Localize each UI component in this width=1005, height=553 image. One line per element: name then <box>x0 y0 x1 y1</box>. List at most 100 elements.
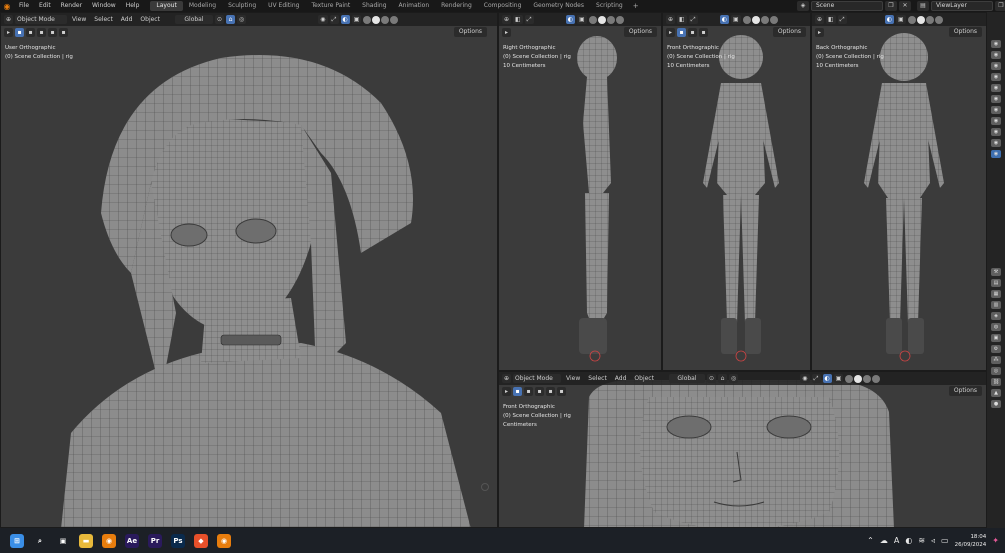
select-mode-new-icon[interactable]: ▪ <box>513 386 522 396</box>
gizmo-icon[interactable]: ⤢ <box>329 15 339 24</box>
steam-icon[interactable]: ◐ <box>905 536 912 545</box>
options-dropdown[interactable]: Options <box>453 27 487 37</box>
options-dropdown[interactable]: Options <box>623 27 657 37</box>
task-view-icon[interactable]: ▣ <box>56 534 70 548</box>
blender-app-icon-2[interactable]: ◉ <box>217 533 231 548</box>
xray-icon[interactable]: ▣ <box>833 374 844 383</box>
solid-shading-icon[interactable] <box>854 374 863 383</box>
chevron-up-icon[interactable]: ⌃ <box>867 536 874 545</box>
editor-type-icon[interactable]: ⊕ <box>4 15 14 24</box>
clock[interactable]: 18:04 26/09/2024 <box>955 533 987 549</box>
gizmo-icon[interactable]: ⤢ <box>688 15 698 24</box>
rendered-shading-icon[interactable] <box>390 15 399 24</box>
after-effects-icon[interactable]: Ae <box>125 533 139 548</box>
tab-geometry-nodes[interactable]: Geometry Nodes <box>527 1 590 11</box>
particles-properties-icon[interactable]: ⁂ <box>991 356 1001 364</box>
overlay-icon[interactable]: ◐ <box>884 15 894 24</box>
active-tool-icon[interactable]: ▸ <box>502 27 511 37</box>
active-tool-icon[interactable]: ▸ <box>666 27 675 37</box>
select-mode-subtract-icon[interactable]: ▪ <box>699 27 708 37</box>
options-dropdown[interactable]: Options <box>948 27 982 37</box>
rendered-shading-icon[interactable] <box>769 15 778 24</box>
active-tool-icon[interactable]: ▸ <box>815 27 824 37</box>
select-mode-invert-icon[interactable]: ▪ <box>48 27 57 37</box>
output-properties-icon[interactable]: ▦ <box>991 290 1001 298</box>
gizmo-icon[interactable]: ⤢ <box>524 15 534 24</box>
view-layer-icon[interactable]: ▤ <box>917 1 929 11</box>
gizmo-icon[interactable]: ⤢ <box>811 374 821 383</box>
camera-visibility-icon[interactable]: ◉ <box>991 150 1001 158</box>
notification-icon[interactable]: ✦ <box>992 536 999 545</box>
overlay-icon[interactable]: ◐ <box>340 15 350 24</box>
menu-help[interactable]: Help <box>121 0 145 12</box>
camera-visibility-icon[interactable]: ◉ <box>991 51 1001 59</box>
navigation-gizmo-icon[interactable] <box>481 483 489 491</box>
menu-view[interactable]: View <box>563 372 583 385</box>
material-shading-icon[interactable] <box>606 15 615 24</box>
world-properties-icon[interactable]: ◍ <box>991 323 1001 331</box>
view-layer-properties-icon[interactable]: ▥ <box>991 301 1001 309</box>
start-icon[interactable]: ⊞ <box>10 533 24 548</box>
solid-shading-icon[interactable] <box>751 15 760 24</box>
material-shading-icon[interactable] <box>381 15 390 24</box>
tab-sculpting[interactable]: Sculpting <box>222 1 262 11</box>
delete-scene-icon[interactable]: ✕ <box>899 1 911 11</box>
wireframe-shading-icon[interactable] <box>845 374 854 383</box>
mode-icon[interactable]: ◧ <box>826 15 836 24</box>
blender-app-icon[interactable]: ◉ <box>102 533 116 548</box>
data-properties-icon[interactable]: ▲ <box>991 389 1001 397</box>
wireframe-shading-icon[interactable] <box>742 15 751 24</box>
visibility-icon[interactable]: ◉ <box>318 15 328 24</box>
brave-icon[interactable]: ◆ <box>194 533 208 548</box>
wireframe-shading-icon[interactable] <box>588 15 597 24</box>
tab-rendering[interactable]: Rendering <box>435 1 478 11</box>
transform-orientation-dropdown[interactable]: Global <box>668 374 705 383</box>
tab-compositing[interactable]: Compositing <box>478 1 528 11</box>
menu-view[interactable]: View <box>69 13 89 26</box>
snap-icon[interactable]: ⌂ <box>718 374 727 383</box>
select-mode-new-icon[interactable]: ▪ <box>677 27 686 37</box>
rendered-shading-icon[interactable] <box>934 15 943 24</box>
mode-icon[interactable]: ◧ <box>677 15 687 24</box>
new-scene-icon[interactable]: ❐ <box>885 1 897 11</box>
select-mode-new-icon[interactable]: ▪ <box>15 27 24 37</box>
tool-properties-icon[interactable]: ⚒ <box>991 268 1001 276</box>
pivot-icon[interactable]: ⊙ <box>706 374 716 383</box>
font-icon[interactable]: A <box>894 536 899 545</box>
overlay-icon[interactable]: ◐ <box>565 15 575 24</box>
view-layer-field[interactable]: ViewLayer <box>931 1 993 11</box>
viewport-right-ortho[interactable]: ⊕ ◧ ⤢ ◐ ▣ ▸ Options Right Orthographic (… <box>498 12 662 371</box>
photoshop-icon[interactable]: Ps <box>171 533 185 548</box>
mode-icon[interactable]: ◧ <box>513 15 523 24</box>
material-shading-icon[interactable] <box>863 374 872 383</box>
editor-type-icon[interactable]: ⊕ <box>502 374 512 383</box>
wifi-icon[interactable]: ≋ <box>918 536 925 545</box>
viewport-user-ortho[interactable]: ⊕ Object Mode View Select Add Object Glo… <box>0 12 498 528</box>
menu-edit[interactable]: Edit <box>34 0 56 12</box>
active-tool-icon[interactable]: ▸ <box>502 386 511 396</box>
menu-object[interactable]: Object <box>137 13 163 26</box>
new-view-layer-icon[interactable]: ❐ <box>995 1 1005 11</box>
material-shading-icon[interactable] <box>925 15 934 24</box>
solid-shading-icon[interactable] <box>372 15 381 24</box>
rendered-shading-icon[interactable] <box>615 15 624 24</box>
tab-animation[interactable]: Animation <box>393 1 436 11</box>
editor-type-icon[interactable]: ⊕ <box>815 15 825 24</box>
viewport-front-ortho-closeup[interactable]: ⊕ Object Mode View Select Add Object Glo… <box>498 371 987 528</box>
tab-scripting[interactable]: Scripting <box>590 1 629 11</box>
scene-properties-icon[interactable]: ◈ <box>991 312 1001 320</box>
camera-visibility-icon[interactable]: ◉ <box>991 117 1001 125</box>
pivot-icon[interactable]: ⊙ <box>214 15 224 24</box>
material-properties-icon[interactable]: ● <box>991 400 1001 408</box>
options-dropdown[interactable]: Options <box>772 27 806 37</box>
constraints-properties-icon[interactable]: ⛓ <box>991 378 1001 386</box>
overlay-icon[interactable]: ◐ <box>719 15 729 24</box>
select-mode-extend-icon[interactable]: ▪ <box>688 27 697 37</box>
visibility-icon[interactable]: ◉ <box>800 374 810 383</box>
modifier-properties-icon[interactable]: ⚙ <box>991 345 1001 353</box>
file-explorer-icon[interactable]: ▬ <box>79 533 93 548</box>
editor-type-icon[interactable]: ⊕ <box>502 15 512 24</box>
select-mode-intersect-icon[interactable]: ▪ <box>59 27 68 37</box>
camera-visibility-icon[interactable]: ◉ <box>991 95 1001 103</box>
menu-add[interactable]: Add <box>612 372 630 385</box>
